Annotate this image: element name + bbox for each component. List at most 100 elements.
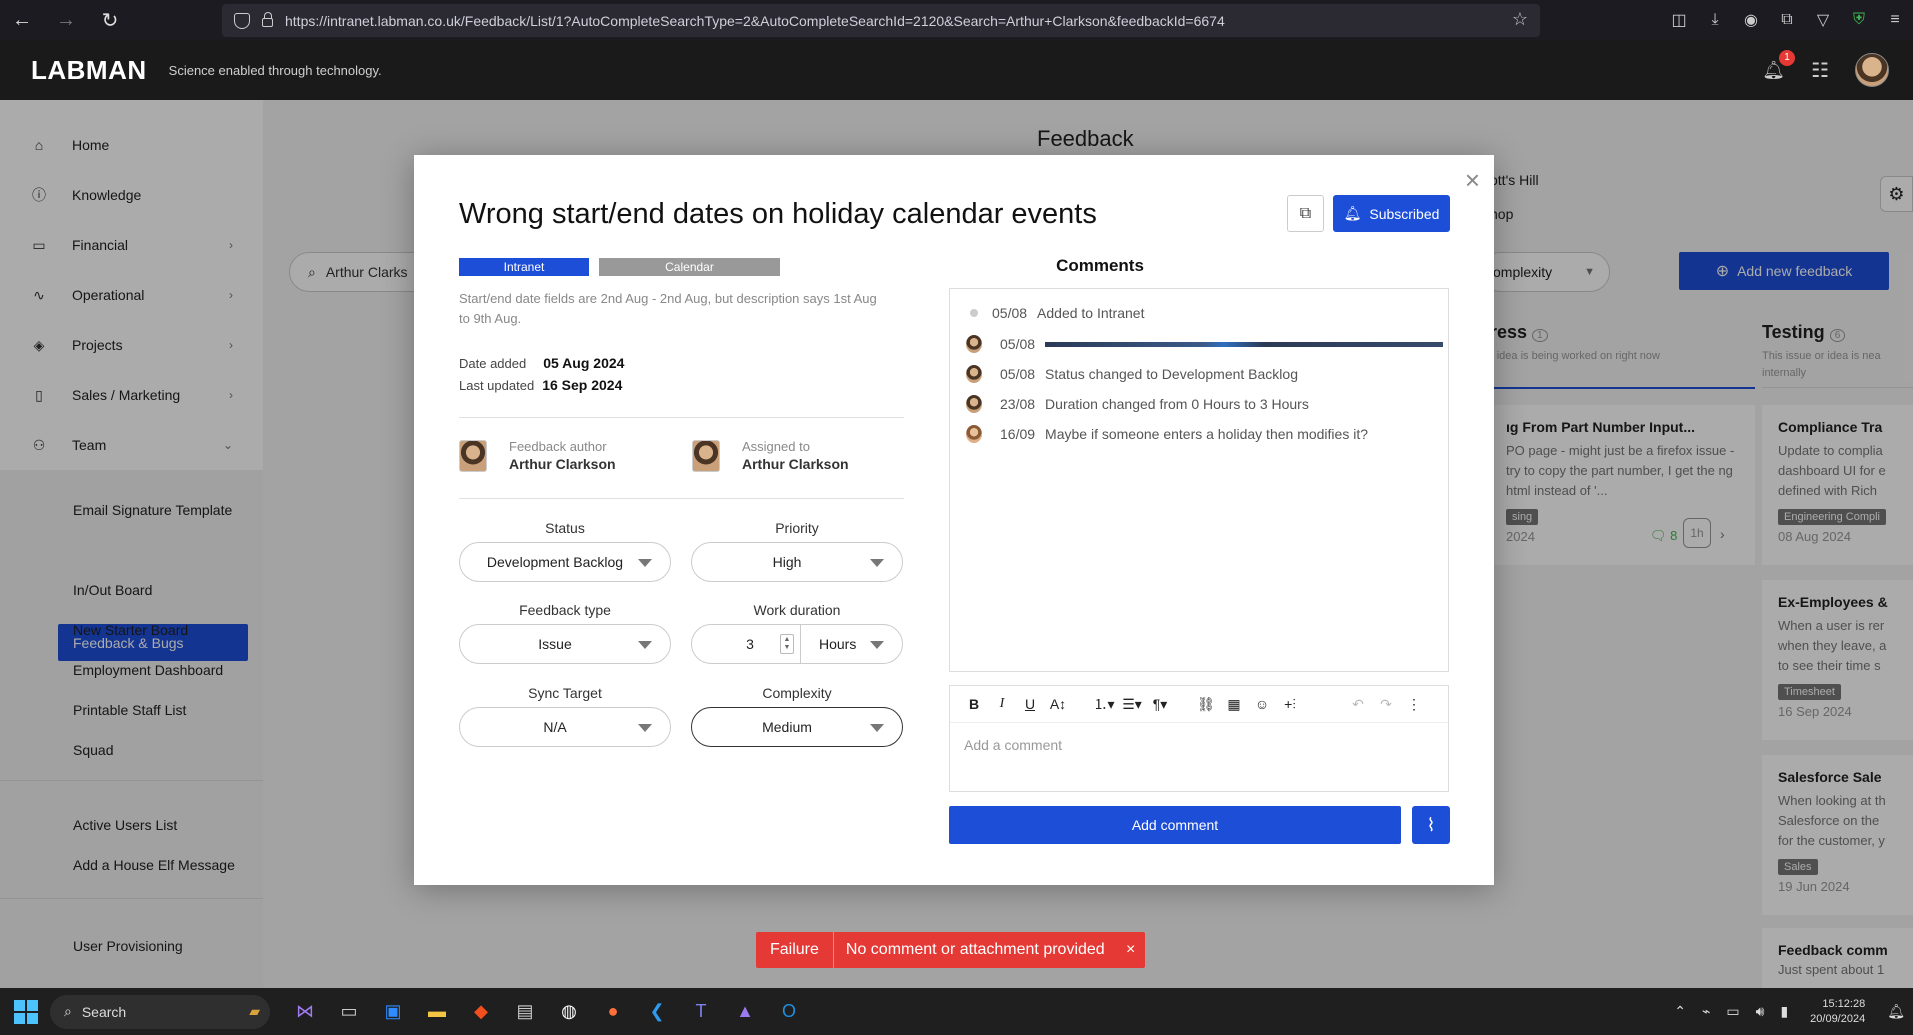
attachment-button[interactable]: ⌇ bbox=[1412, 806, 1450, 844]
search-highlight-icon: ▰ bbox=[249, 1003, 260, 1019]
teams-icon[interactable]: T bbox=[680, 992, 722, 1032]
user-avatar[interactable] bbox=[1855, 53, 1889, 87]
insert-icon[interactable]: +⫶ bbox=[1276, 696, 1304, 713]
chevron-down-icon bbox=[638, 559, 652, 567]
trello-icon[interactable]: ▣ bbox=[372, 992, 414, 1032]
link-icon[interactable]: ⛓ bbox=[1192, 696, 1220, 713]
lock-icon[interactable] bbox=[262, 12, 273, 27]
close-icon[interactable]: × bbox=[1465, 165, 1480, 196]
comment-input[interactable]: Add a comment bbox=[964, 737, 1062, 753]
menu-icon[interactable]: ≡ bbox=[1877, 11, 1913, 29]
font-size-icon[interactable]: A↕ bbox=[1044, 696, 1072, 712]
feedback-modal: × Wrong start/end dates on holiday calen… bbox=[414, 155, 1494, 885]
underline-icon[interactable]: U bbox=[1016, 696, 1044, 712]
app-icon[interactable]: ▲ bbox=[724, 992, 766, 1032]
bookmark-star-icon[interactable]: ☆ bbox=[1512, 9, 1528, 30]
stepper-down-icon[interactable]: ▼ bbox=[784, 644, 791, 652]
extensions-icon[interactable]: ⧉ bbox=[1769, 11, 1805, 29]
complexity-select[interactable]: Medium bbox=[691, 707, 903, 747]
work-duration-field[interactable]: 3 ▲ ▼ Hours bbox=[691, 624, 903, 664]
duration-unit-select[interactable]: Hours bbox=[801, 636, 902, 652]
sync-target-label: Sync Target bbox=[528, 685, 602, 701]
bullet-list-icon[interactable]: ☰▾ bbox=[1118, 696, 1146, 713]
comment-item: 16/09 Maybe if someone enters a holiday t… bbox=[966, 425, 1368, 443]
comment-image-attachment[interactable] bbox=[1045, 341, 1444, 347]
work-duration-label: Work duration bbox=[753, 602, 841, 618]
comment-date: 05/08 bbox=[1000, 366, 1036, 382]
comments-list[interactable]: 05/08 Added to Intranet 05/08 05/08 Status… bbox=[949, 288, 1449, 672]
numbered-list-icon[interactable]: ⒈▾ bbox=[1090, 694, 1118, 714]
download-icon[interactable]: ⤓ bbox=[1697, 11, 1733, 29]
outlook-icon[interactable]: O bbox=[768, 992, 810, 1032]
more-options-icon[interactable]: ⋮ bbox=[1400, 696, 1428, 713]
comment-text: Maybe if someone enters a holiday then m… bbox=[1045, 426, 1369, 442]
author-label: Feedback author bbox=[509, 439, 607, 454]
taskbar-search-label: Search bbox=[81, 1003, 127, 1020]
status-select[interactable]: Development Backlog bbox=[459, 542, 671, 582]
back-icon[interactable]: ← bbox=[0, 0, 44, 40]
adblock-shield-icon[interactable]: ⛨ bbox=[1841, 11, 1877, 29]
chevron-down-icon bbox=[870, 641, 884, 649]
paperclip-icon: ⌇ bbox=[1426, 814, 1436, 835]
tracking-shield-icon[interactable] bbox=[234, 12, 250, 29]
priority-select[interactable]: High bbox=[691, 542, 903, 582]
toast-message: No comment or attachment provided bbox=[845, 941, 1105, 958]
stepper-up-icon[interactable]: ▲ bbox=[784, 636, 791, 644]
comment-avatar bbox=[966, 425, 982, 443]
task-list-icon[interactable]: ☷ bbox=[1811, 58, 1829, 83]
undo-icon[interactable]: ↶ bbox=[1344, 696, 1372, 713]
italic-icon[interactable]: I bbox=[988, 696, 1016, 712]
figma-icon[interactable]: ◆ bbox=[460, 992, 502, 1032]
tagline: Science enabled through technology. bbox=[168, 62, 382, 78]
app-icon[interactable]: ▤ bbox=[504, 992, 546, 1032]
tag-calendar[interactable]: Calendar bbox=[599, 258, 780, 276]
feedback-type-select[interactable]: Issue bbox=[459, 624, 671, 664]
subscribed-label: Subscribed bbox=[1369, 205, 1440, 222]
app-icon[interactable]: ◍ bbox=[548, 992, 590, 1032]
network-icon[interactable]: ⌁ bbox=[1702, 1003, 1710, 1020]
divider bbox=[459, 498, 904, 499]
visual-studio-icon[interactable]: ⋈ bbox=[284, 992, 326, 1032]
windows-start-icon[interactable] bbox=[14, 999, 38, 1024]
paragraph-icon[interactable]: ¶▾ bbox=[1146, 696, 1174, 713]
comment-avatar bbox=[966, 395, 982, 413]
firefox-icon[interactable]: ● bbox=[592, 992, 634, 1032]
url-bar[interactable]: https://intranet.labman.co.uk/Feedback/L… bbox=[222, 4, 1540, 37]
notifications-bell-icon[interactable]: 🔔︎ 1 bbox=[1762, 49, 1796, 81]
assignee-name: Arthur Clarkson bbox=[742, 456, 849, 472]
chevron-up-icon[interactable]: ⌃ bbox=[1674, 1003, 1686, 1020]
close-icon[interactable]: × bbox=[1117, 932, 1145, 968]
taskbar-search[interactable]: ⌕ Search ▰ bbox=[50, 994, 270, 1029]
vuejs-devtools-icon[interactable]: ▽ bbox=[1805, 10, 1841, 30]
priority-label: Priority bbox=[775, 520, 819, 536]
table-icon[interactable]: ▦ bbox=[1220, 696, 1248, 713]
bold-icon[interactable]: B bbox=[960, 696, 988, 712]
reload-icon[interactable]: ↻ bbox=[88, 0, 132, 40]
forward-icon[interactable]: → bbox=[44, 0, 88, 40]
vscode-icon[interactable]: ❮ bbox=[636, 992, 678, 1032]
feedback-author: Feedback author Arthur Clarkson bbox=[459, 439, 616, 472]
divider bbox=[459, 417, 904, 418]
volume-icon[interactable]: 🔊︎ bbox=[1756, 1003, 1765, 1020]
open-external-button[interactable]: ⧉ bbox=[1287, 195, 1324, 232]
tag-intranet[interactable]: Intranet bbox=[459, 258, 589, 276]
file-explorer-icon[interactable]: ▬ bbox=[416, 992, 458, 1032]
system-clock[interactable]: 15:12:28 20/09/2024 bbox=[1810, 997, 1865, 1027]
emoji-icon[interactable]: ☺ bbox=[1248, 696, 1276, 712]
account-icon[interactable]: ◉ bbox=[1733, 10, 1769, 30]
duration-stepper[interactable]: ▲ ▼ bbox=[780, 634, 794, 654]
last-updated: Last updated 16 Sep 2024 bbox=[459, 377, 622, 393]
add-comment-button[interactable]: Add comment bbox=[949, 806, 1401, 844]
notification-icon[interactable]: 🔔︎ bbox=[1887, 1003, 1905, 1020]
display-icon[interactable]: ▭ bbox=[1726, 1003, 1739, 1020]
comment-avatar bbox=[966, 365, 982, 383]
terminal-icon[interactable]: ▭ bbox=[328, 992, 370, 1032]
url-text: https://intranet.labman.co.uk/Feedback/L… bbox=[285, 12, 1225, 29]
battery-icon[interactable]: ▮ bbox=[1780, 1003, 1788, 1020]
labman-logo[interactable]: LABMAN bbox=[31, 55, 147, 86]
assigned-to[interactable]: Assigned to Arthur Clarkson bbox=[692, 439, 849, 472]
subscribed-button[interactable]: 🔔︎ Subscribed bbox=[1333, 195, 1450, 232]
pocket-icon[interactable]: ◫ bbox=[1661, 10, 1697, 30]
redo-icon[interactable]: ↷ bbox=[1372, 696, 1400, 713]
sync-target-select[interactable]: N/A bbox=[459, 707, 671, 747]
